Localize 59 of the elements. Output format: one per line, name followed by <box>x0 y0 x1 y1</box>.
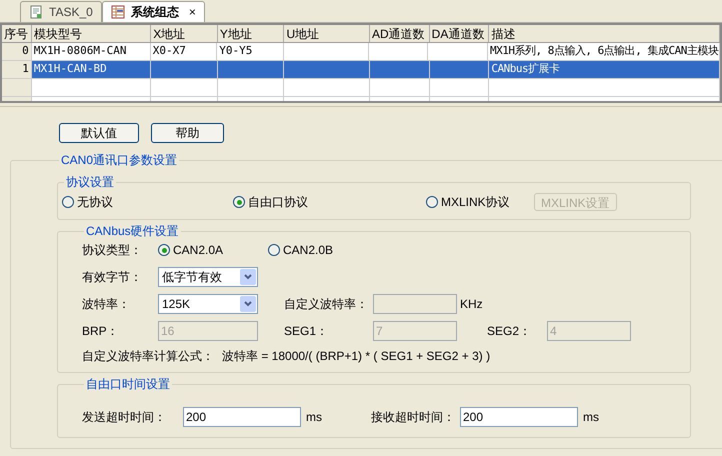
radio-label: MXLINK协议 <box>441 194 510 211</box>
document-icon <box>29 5 43 19</box>
field-label: 协议类型： <box>82 242 143 259</box>
column-header[interactable]: DA通道数 <box>430 25 490 42</box>
radio-label: CAN2.0A <box>173 242 224 259</box>
table-row[interactable]: 0 MX1H-0806M-CAN X0-X7 Y0-Y5 MX1H系列, 8点输入, 6点输出, 集成CAN主模块 <box>2 43 720 61</box>
table-cell: MX1H-CAN-BD <box>32 61 152 78</box>
table-cell: CANbus扩展卡 <box>489 61 720 78</box>
radio-button[interactable] <box>62 196 74 208</box>
row-number-cell: 1 <box>2 61 32 78</box>
table-icon <box>110 5 125 19</box>
dropdown[interactable]: 低字节有效 <box>158 267 258 287</box>
column-header[interactable]: 模块型号 <box>32 25 152 42</box>
radio-label: 自由口协议 <box>248 194 308 211</box>
field-label: 接收超时时间： <box>371 409 456 426</box>
table-cell: MX1H-0806M-CAN <box>32 43 151 60</box>
formula-text: 波特率 = 18000/( (BRP+1) * ( SEG1 + SEG2 + 3) ) <box>222 348 490 365</box>
input-field[interactable]: 200 <box>183 407 301 427</box>
column-header[interactable]: X地址 <box>151 25 218 42</box>
radio-button[interactable] <box>233 196 245 208</box>
row-number-cell: 0 <box>2 43 32 60</box>
dropdown[interactable]: 125K <box>158 294 258 314</box>
chevron-icon <box>240 296 256 312</box>
field-label: SEG2： <box>487 323 532 340</box>
field-label: SEG1： <box>284 323 330 340</box>
chevron-icon <box>240 269 256 285</box>
column-header[interactable]: 序号 <box>2 25 32 42</box>
column-header[interactable]: 描述 <box>489 25 720 42</box>
input-field[interactable]: 200 <box>460 407 578 427</box>
table-row[interactable]: 1 MX1H-CAN-BD CANbus扩展卡 <box>2 61 720 79</box>
radio-button[interactable] <box>426 196 438 208</box>
table-cell: MX1H系列, 8点输入, 6点输出, 集成CAN主模块 <box>488 43 720 60</box>
radio-label: CAN2.0B <box>283 242 334 259</box>
radio-button[interactable] <box>268 244 280 256</box>
table-cell: X0-X7 <box>150 43 218 60</box>
formula-label: 自定义波特率计算公式： <box>82 348 214 365</box>
table-cell: Y0-Y5 <box>217 43 284 60</box>
column-header[interactable]: U地址 <box>284 25 370 42</box>
radio-button[interactable] <box>158 244 170 256</box>
action-button[interactable]: 帮助 <box>151 123 224 143</box>
action-button[interactable]: 默认值 <box>59 123 139 143</box>
group-title: CAN0通讯口参数设置 <box>60 152 178 169</box>
field-label: 有效字节： <box>82 269 143 286</box>
field-label: 自定义波特率： <box>284 296 369 313</box>
field-label: 波特率： <box>82 296 131 313</box>
unit-label: KHz <box>460 296 483 313</box>
column-header[interactable]: Y地址 <box>218 25 284 42</box>
column-header[interactable]: AD通道数 <box>370 25 430 42</box>
tab[interactable]: 系统组态 × <box>102 1 205 22</box>
group-title: 协议设置 <box>65 174 115 191</box>
unit-label: ms <box>583 409 599 426</box>
group-title: 自由口时间设置 <box>85 376 171 393</box>
group-title: CANbus硬件设置 <box>85 223 180 240</box>
field-label: BRP： <box>82 323 120 340</box>
close-icon[interactable]: × <box>188 3 196 21</box>
unit-label: ms <box>306 409 323 426</box>
tab[interactable]: TASK_0 <box>20 1 102 22</box>
field-label: 发送超时时间： <box>82 409 167 426</box>
radio-label: 无协议 <box>77 194 113 211</box>
